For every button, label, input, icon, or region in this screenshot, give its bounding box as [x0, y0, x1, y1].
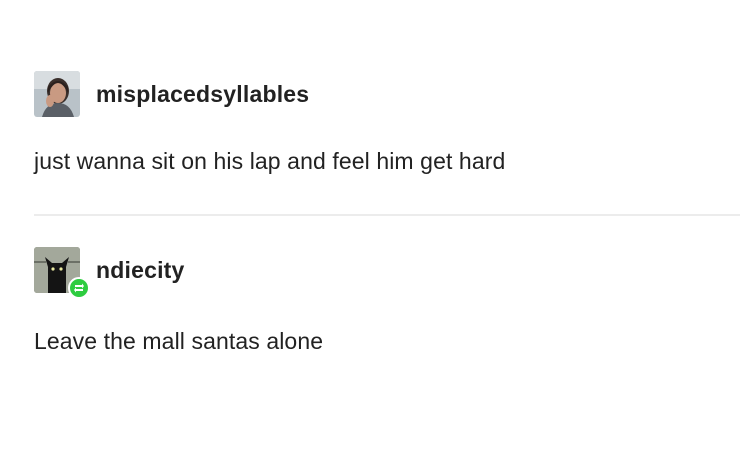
- post-header: ndiecity: [34, 246, 710, 299]
- user-avatar-photo-icon: [34, 71, 80, 117]
- post-reply: ndiecity Leave the mall santas alone: [34, 246, 710, 355]
- post-original: misplacedsyllables just wanna sit on his…: [34, 70, 710, 175]
- tumblr-post-thread: misplacedsyllables just wanna sit on his…: [0, 0, 740, 458]
- username-link[interactable]: misplacedsyllables: [96, 81, 309, 108]
- post-text: just wanna sit on his lap and feel him g…: [34, 148, 506, 174]
- user-avatar[interactable]: [34, 71, 80, 117]
- post-divider: [34, 214, 740, 216]
- user-avatar[interactable]: [34, 247, 90, 299]
- reblog-icon: [68, 277, 90, 299]
- post-text: Leave the mall santas alone: [34, 328, 324, 354]
- post-header: misplacedsyllables: [34, 70, 710, 118]
- username-link[interactable]: ndiecity: [96, 257, 185, 284]
